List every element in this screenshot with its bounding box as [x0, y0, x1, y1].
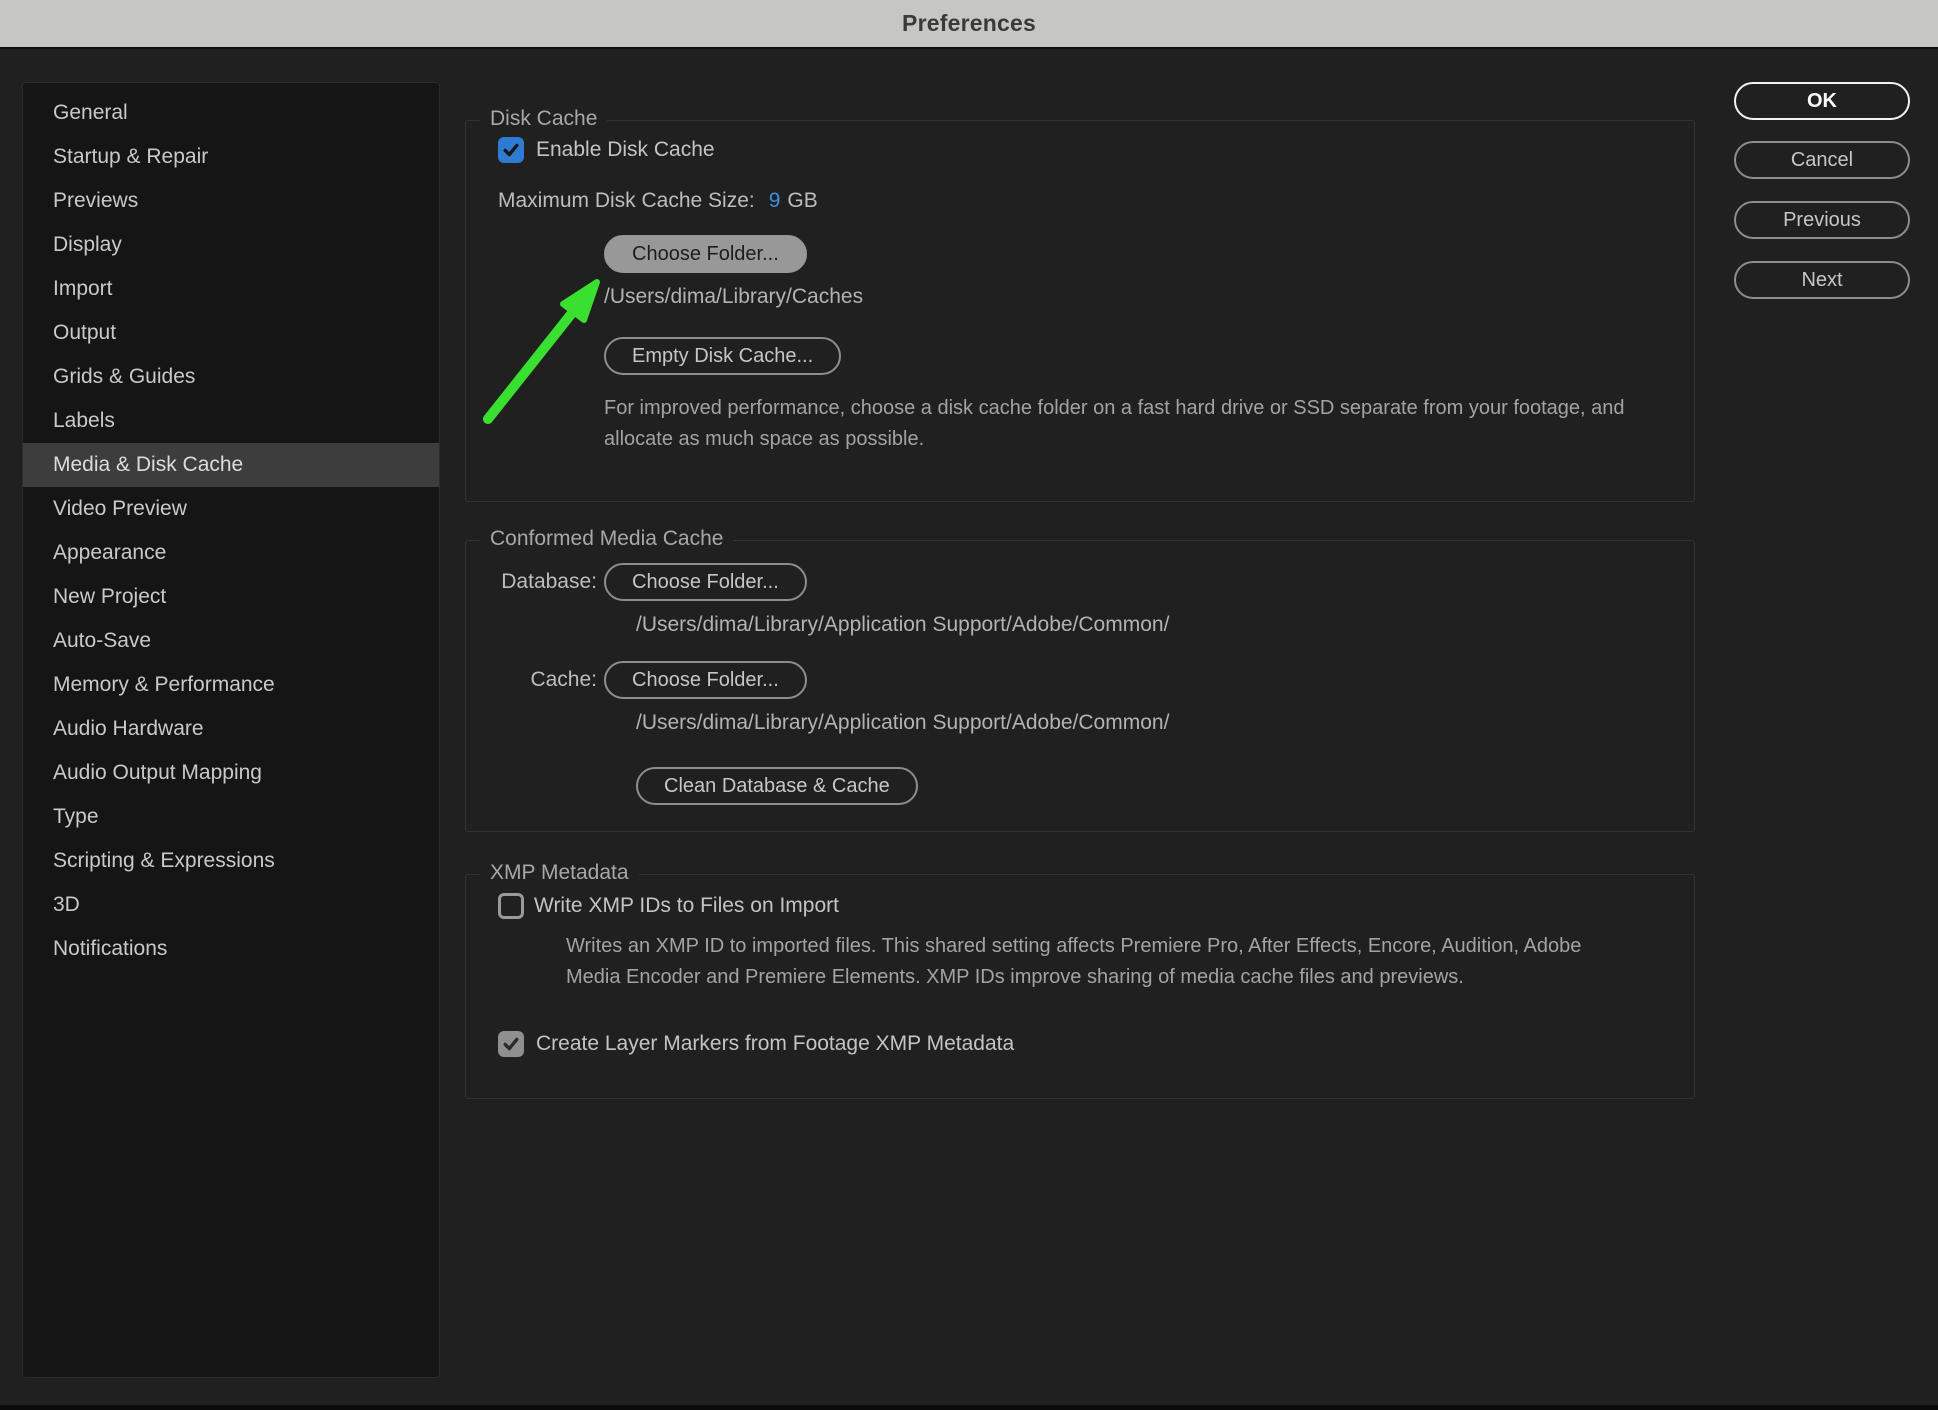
database-choose-folder-button[interactable]: Choose Folder...: [604, 563, 807, 601]
sidebar-item-memory-performance[interactable]: Memory & Performance: [23, 663, 439, 707]
sidebar-item-3d[interactable]: 3D: [23, 883, 439, 927]
check-icon: [501, 1034, 521, 1054]
cancel-button[interactable]: Cancel: [1734, 141, 1910, 179]
cache-path: /Users/dima/Library/Application Support/…: [636, 711, 1666, 735]
enable-disk-cache-label: Enable Disk Cache: [536, 138, 715, 162]
sidebar-item-import[interactable]: Import: [23, 267, 439, 311]
database-path: /Users/dima/Library/Application Support/…: [636, 613, 1666, 637]
xmp-ids-description: Writes an XMP ID to imported files. This…: [566, 931, 1596, 993]
sidebar-item-display[interactable]: Display: [23, 223, 439, 267]
sidebar-item-startup-repair[interactable]: Startup & Repair: [23, 135, 439, 179]
conformed-media-cache-legend: Conformed Media Cache: [480, 527, 733, 551]
window-title: Preferences: [902, 10, 1036, 37]
sidebar-item-video-preview[interactable]: Video Preview: [23, 487, 439, 531]
sidebar-item-general[interactable]: General: [23, 91, 439, 135]
sidebar-item-grids-guides[interactable]: Grids & Guides: [23, 355, 439, 399]
max-disk-cache-size-label: Maximum Disk Cache Size:: [498, 189, 755, 213]
disk-cache-folder-path: /Users/dima/Library/Caches: [604, 285, 1666, 309]
write-xmp-ids-label: Write XMP IDs to Files on Import: [534, 894, 839, 918]
sidebar-item-audio-hardware[interactable]: Audio Hardware: [23, 707, 439, 751]
enable-disk-cache-checkbox[interactable]: [498, 137, 524, 163]
title-bar: Preferences: [0, 0, 1938, 49]
ok-button[interactable]: OK: [1734, 82, 1910, 120]
cache-choose-folder-button[interactable]: Choose Folder...: [604, 661, 807, 699]
check-icon: [501, 140, 521, 160]
next-button[interactable]: Next: [1734, 261, 1910, 299]
xmp-metadata-legend: XMP Metadata: [480, 861, 639, 885]
empty-disk-cache-button[interactable]: Empty Disk Cache...: [604, 337, 841, 375]
sidebar-item-output[interactable]: Output: [23, 311, 439, 355]
sidebar-item-appearance[interactable]: Appearance: [23, 531, 439, 575]
sidebar-item-scripting-expressions[interactable]: Scripting & Expressions: [23, 839, 439, 883]
sidebar-item-type[interactable]: Type: [23, 795, 439, 839]
create-layer-markers-label: Create Layer Markers from Footage XMP Me…: [536, 1032, 1014, 1056]
preferences-dialog: Preferences GeneralStartup & RepairPrevi…: [0, 0, 1938, 1410]
group-xmp-metadata: XMP Metadata Write XMP IDs to Files on I…: [465, 874, 1695, 1099]
create-layer-markers-checkbox[interactable]: [498, 1031, 524, 1057]
sidebar-item-new-project[interactable]: New Project: [23, 575, 439, 619]
sidebar-item-media-disk-cache[interactable]: Media & Disk Cache: [23, 443, 439, 487]
group-conformed-media-cache: Conformed Media Cache Database: Choose F…: [465, 540, 1695, 832]
sidebar-item-audio-output-mapping[interactable]: Audio Output Mapping: [23, 751, 439, 795]
preferences-sidebar: GeneralStartup & RepairPreviewsDisplayIm…: [22, 82, 440, 1378]
cache-label: Cache:: [498, 668, 597, 692]
previous-button[interactable]: Previous: [1734, 201, 1910, 239]
max-disk-cache-size-unit: GB: [787, 189, 817, 213]
max-disk-cache-size-value[interactable]: 9: [769, 189, 781, 213]
write-xmp-ids-checkbox[interactable]: [498, 893, 524, 919]
disk-cache-description: For improved performance, choose a disk …: [604, 393, 1649, 455]
group-disk-cache: Disk Cache Enable Disk Cache Maximum Dis…: [465, 120, 1695, 502]
sidebar-item-notifications[interactable]: Notifications: [23, 927, 439, 971]
disk-cache-legend: Disk Cache: [480, 107, 607, 131]
sidebar-item-auto-save[interactable]: Auto-Save: [23, 619, 439, 663]
database-label: Database:: [498, 570, 597, 594]
sidebar-item-labels[interactable]: Labels: [23, 399, 439, 443]
sidebar-item-previews[interactable]: Previews: [23, 179, 439, 223]
window-bottom-edge: [0, 1405, 1938, 1410]
clean-database-cache-button[interactable]: Clean Database & Cache: [636, 767, 918, 805]
disk-cache-choose-folder-button[interactable]: Choose Folder...: [604, 235, 807, 273]
